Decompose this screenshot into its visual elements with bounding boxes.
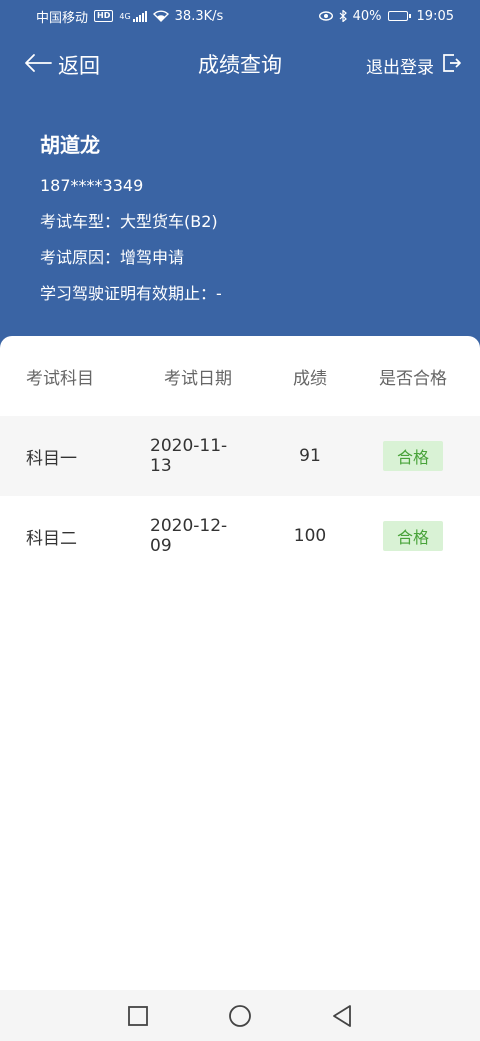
user-phone: 187****3349 [40, 176, 144, 195]
row-date: 2020-11-13 [150, 436, 228, 476]
circle-icon [229, 1005, 251, 1027]
results-card: 考试科目 考试日期 成绩 是否合格 科目一 2020-11-13 91 合格 科… [0, 336, 480, 996]
pass-badge: 合格 [382, 441, 443, 471]
table-row: 科目一 2020-11-13 91 合格 [0, 416, 480, 496]
network-type: 4G [119, 11, 131, 21]
header-date: 考试日期 [164, 368, 232, 389]
back-label: 返回 [58, 54, 100, 78]
row-score: 100 [293, 526, 327, 546]
back-button[interactable]: 返回 [24, 50, 100, 80]
battery-icon [387, 11, 411, 21]
logout-label: 退出登录 [366, 57, 434, 78]
table-row: 科目二 2020-12-09 100 合格 [0, 496, 480, 576]
status-bar: 中国移动 HD 4G 38.3K/s 40% 19:05 [0, 0, 480, 32]
eye-icon [318, 11, 333, 21]
back-arrow-icon [24, 53, 52, 78]
triangle-back-icon [333, 1005, 351, 1027]
carrier-label: 中国移动 [36, 10, 89, 26]
row-date: 2020-12-09 [150, 516, 228, 556]
nav-bar: 返回 成绩查询 退出登录 [0, 40, 480, 90]
header-subject: 考试科目 [26, 368, 94, 389]
wifi-icon [152, 10, 169, 22]
row-result: 合格 [372, 416, 454, 496]
user-info: 胡道龙 187****3349 考试车型：大型货车(B2) 考试原因：增驾申请 … [40, 128, 222, 312]
header-score: 成绩 [293, 368, 327, 389]
system-back-button[interactable] [330, 1004, 354, 1028]
row-subject: 科目二 [26, 528, 77, 549]
network-speed: 38.3K/s [174, 8, 224, 24]
row-score: 91 [299, 446, 321, 466]
logout-icon [442, 53, 462, 78]
system-navigation-bar [0, 990, 480, 1041]
user-name: 胡道龙 [40, 133, 100, 157]
pass-badge: 合格 [382, 521, 443, 551]
home-button[interactable] [228, 1004, 252, 1028]
row-subject: 科目一 [26, 448, 77, 469]
row-result: 合格 [372, 496, 454, 576]
recent-apps-button[interactable] [126, 1004, 150, 1028]
square-icon [128, 1006, 148, 1026]
bluetooth-icon [339, 10, 347, 22]
permit-expiry: 学习驾驶证明有效期止：- [40, 284, 222, 303]
vehicle-type: 考试车型：大型货车(B2) [40, 212, 218, 231]
table-header: 考试科目 考试日期 成绩 是否合格 [0, 336, 480, 416]
header-result: 是否合格 [379, 368, 447, 389]
clock: 19:05 [416, 8, 454, 24]
signal-icon [132, 10, 147, 22]
hd-icon: HD [94, 10, 114, 22]
battery-percent: 40% [352, 8, 382, 24]
exam-reason: 考试原因：增驾申请 [40, 248, 185, 267]
logout-button[interactable]: 退出登录 [366, 50, 462, 80]
